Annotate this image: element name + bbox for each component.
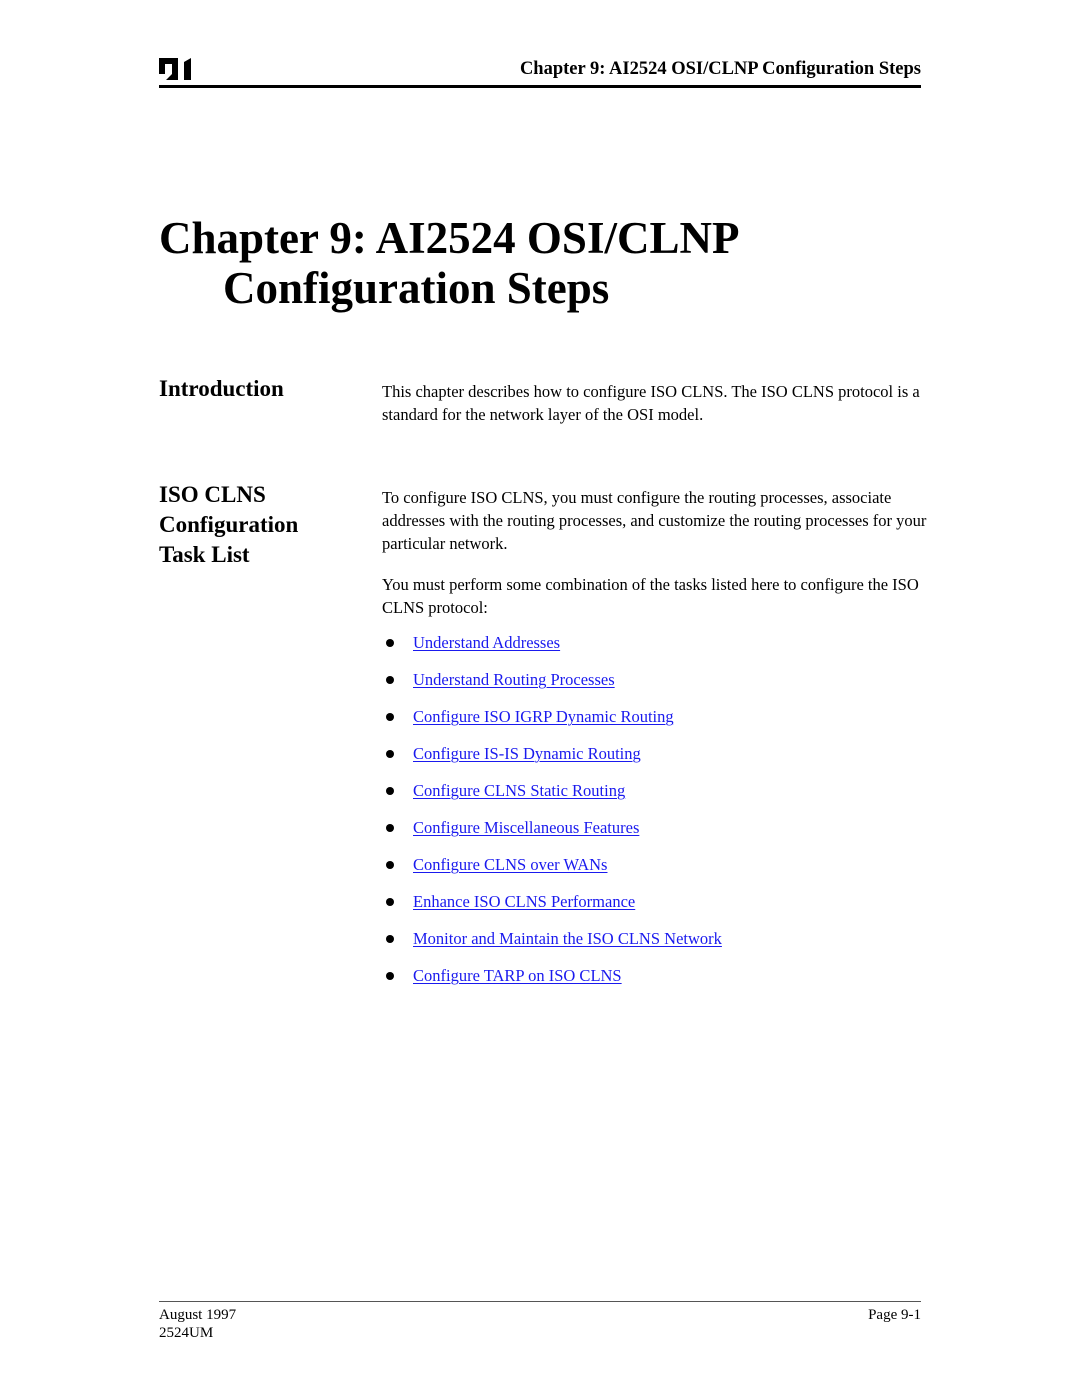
task-list-item: Monitor and Maintain the ISO CLNS Networ…	[382, 927, 927, 964]
task-list-heading-line2: Configuration	[159, 512, 299, 537]
task-list-item: Configure CLNS over WANs	[382, 853, 927, 890]
bullet-icon	[386, 713, 394, 721]
introduction-body: This chapter describes how to configure …	[382, 380, 927, 444]
company-logo-icon	[159, 58, 191, 80]
task-link-configure-iso-igrp[interactable]: Configure ISO IGRP Dynamic Routing	[413, 705, 674, 728]
footer-page-number: Page 9-1	[868, 1307, 921, 1323]
header-divider	[159, 85, 921, 88]
task-link-configure-clns-over-wans[interactable]: Configure CLNS over WANs	[413, 853, 607, 876]
task-list-paragraph-2: You must perform some combination of the…	[382, 575, 919, 617]
bullet-icon	[386, 676, 394, 684]
running-header-title: Chapter 9: AI2524 OSI/CLNP Configuration…	[519, 59, 921, 79]
task-list-item: Understand Addresses	[382, 631, 927, 668]
task-list-body: To configure ISO CLNS, you must configur…	[382, 486, 927, 1001]
bullet-icon	[386, 750, 394, 758]
bullet-icon	[386, 935, 394, 943]
footer-left: August 1997 2524UM	[159, 1306, 236, 1342]
bullet-icon	[386, 824, 394, 832]
footer-doc-id: 2524UM	[159, 1325, 214, 1341]
introduction-heading: Introduction	[159, 376, 284, 401]
chapter-title-line1: Chapter 9: AI2524 OSI/CLNP	[159, 213, 740, 263]
bullet-icon	[386, 861, 394, 869]
chapter-title: Chapter 9: AI2524 OSI/CLNP Configuration…	[159, 213, 739, 313]
task-link-configure-misc-features[interactable]: Configure Miscellaneous Features	[413, 816, 639, 839]
task-list-item: Enhance ISO CLNS Performance	[382, 890, 927, 927]
task-list-heading: ISO CLNS Configuration Task List	[159, 480, 298, 570]
task-list-item: Configure ISO IGRP Dynamic Routing	[382, 705, 927, 742]
task-link-configure-is-is[interactable]: Configure IS-IS Dynamic Routing	[413, 742, 641, 765]
footer-date: August 1997	[159, 1307, 237, 1323]
task-link-configure-tarp[interactable]: Configure TARP on ISO CLNS	[413, 964, 622, 987]
task-list-item: Configure TARP on ISO CLNS	[382, 964, 927, 1001]
task-link-understand-routing-processes[interactable]: Understand Routing Processes	[413, 668, 615, 691]
task-link-monitor-maintain[interactable]: Monitor and Maintain the ISO CLNS Networ…	[413, 927, 722, 950]
task-list-item: Configure Miscellaneous Features	[382, 816, 927, 853]
task-link-enhance-performance[interactable]: Enhance ISO CLNS Performance	[413, 890, 635, 913]
task-list-item: Configure IS-IS Dynamic Routing	[382, 742, 927, 779]
task-list-item: Understand Routing Processes	[382, 668, 927, 705]
footer-divider	[159, 1301, 921, 1302]
bullet-icon	[386, 972, 394, 980]
task-list: Understand Addresses Understand Routing …	[382, 631, 927, 1001]
bullet-icon	[386, 639, 394, 647]
task-list-heading-line3: Task List	[159, 542, 250, 567]
chapter-title-line2: Configuration Steps	[223, 263, 610, 313]
bullet-icon	[386, 787, 394, 795]
task-link-understand-addresses[interactable]: Understand Addresses	[413, 631, 560, 654]
bullet-icon	[386, 898, 394, 906]
page-header: Chapter 9: AI2524 OSI/CLNP Configuration…	[159, 56, 921, 88]
task-link-configure-clns-static[interactable]: Configure CLNS Static Routing	[413, 779, 625, 802]
task-list-paragraph-1: To configure ISO CLNS, you must configur…	[382, 488, 927, 553]
task-list-heading-line1: ISO CLNS	[159, 482, 266, 507]
introduction-text: This chapter describes how to configure …	[382, 382, 920, 424]
task-list-item: Configure CLNS Static Routing	[382, 779, 927, 816]
